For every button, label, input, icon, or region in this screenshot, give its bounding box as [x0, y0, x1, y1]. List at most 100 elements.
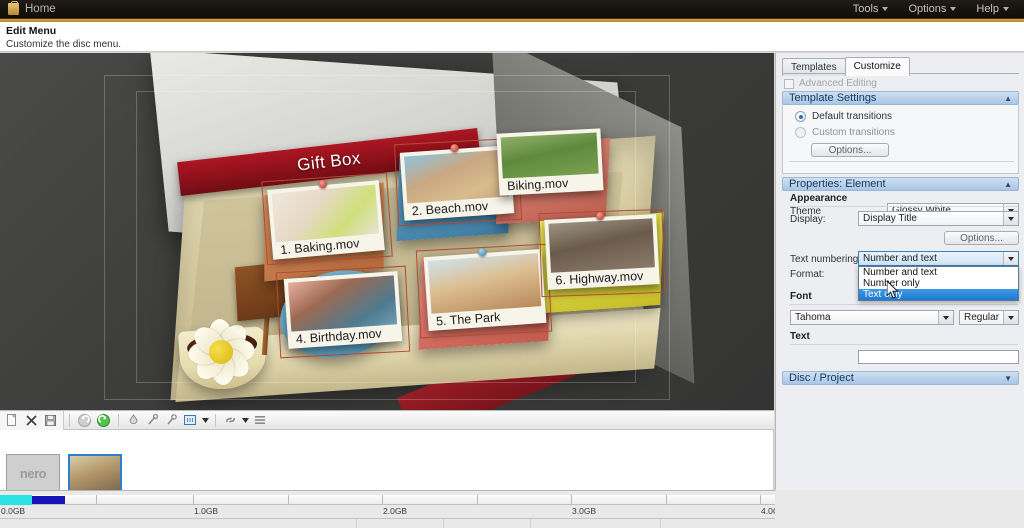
chevron-down-icon[interactable]	[1003, 252, 1018, 265]
font-divider	[790, 304, 1018, 305]
template-settings-header[interactable]: Template Settings ▲	[782, 91, 1019, 105]
template-divider	[789, 161, 1014, 162]
selection-box-5	[415, 243, 553, 339]
text-numbering-option-number-only[interactable]: Number only	[859, 278, 1018, 289]
text-section-label: Text	[790, 331, 810, 342]
page-title: Edit Menu	[6, 25, 57, 37]
properties-element-header[interactable]: Properties: Element ▲	[782, 177, 1019, 191]
menu-thumbnails-strip[interactable]: nero Intro Video Main Menu	[0, 430, 774, 505]
nero-logo: nero	[19, 465, 47, 481]
font-family-value: Tahoma	[795, 312, 831, 323]
selection-box-6	[538, 208, 666, 298]
menu-edit-tools-group	[124, 412, 210, 428]
default-transitions-radio[interactable]	[795, 111, 806, 122]
page-header: Edit Menu Customize the disc menu.	[0, 22, 1024, 52]
menu-bar: Tools Options Help	[844, 1, 1024, 17]
default-transitions-row[interactable]: Default transitions	[795, 111, 892, 122]
selection-box-1	[261, 172, 393, 266]
magic-wand-icon[interactable]	[144, 412, 161, 428]
chevron-down-icon[interactable]	[1003, 311, 1018, 324]
chevron-down-icon[interactable]: ▼	[1004, 374, 1012, 383]
font-family-combo[interactable]: Tahoma	[790, 310, 954, 325]
menu-preview-canvas[interactable]: Gift Box 1. Baking.mov 2. Beach.mov Biki…	[0, 53, 774, 410]
toolbar-separator	[118, 413, 119, 427]
text-numbering-combo[interactable]: Number and text	[858, 251, 1019, 266]
chevron-down-icon	[882, 7, 889, 11]
save-menu-icon[interactable]	[42, 412, 59, 428]
delete-menu-icon[interactable]	[23, 412, 40, 428]
menu-options[interactable]: Options	[899, 1, 965, 17]
custom-transitions-row[interactable]: Custom transitions	[795, 127, 895, 138]
text-numbering-option-text-only[interactable]: Text only	[859, 289, 1018, 300]
display-combo[interactable]: Display Title	[858, 211, 1019, 226]
chevron-up-icon[interactable]: ▲	[1004, 180, 1012, 189]
advanced-editing-label: Advanced Editing	[799, 78, 877, 89]
text-numbering-option-number-and-text[interactable]: Number and text	[859, 267, 1018, 278]
capacity-tick-0: 0.0GB	[1, 506, 26, 516]
text-numbering-dropdown[interactable]: Number and text Number only Text only	[858, 266, 1019, 301]
custom-transitions-radio[interactable]	[795, 127, 806, 138]
properties-panel: Templates Customize Advanced Editing Tem…	[775, 53, 1024, 490]
tab-customize-label: Customize	[853, 61, 901, 72]
undo-icon[interactable]	[76, 412, 93, 428]
home-icon	[8, 1, 19, 15]
element-options-button[interactable]: Options...	[944, 231, 1019, 245]
appearance-label: Appearance	[790, 193, 848, 204]
template-settings-title: Template Settings	[789, 92, 877, 104]
header-divider	[0, 51, 1024, 52]
redo-icon[interactable]	[95, 412, 112, 428]
menu-toolbar	[0, 410, 774, 430]
paint-bucket-icon[interactable]	[125, 412, 142, 428]
list-icon[interactable]	[251, 412, 268, 428]
text-numbering-value: Number and text	[863, 253, 937, 264]
font-style-value: Regular	[964, 312, 1000, 323]
chevron-down-icon	[950, 7, 957, 11]
selection-box-4	[275, 265, 411, 359]
link-dropdown-icon[interactable]	[241, 412, 249, 428]
text-divider	[790, 344, 1018, 345]
gift-box-scene: Gift Box 1. Baking.mov 2. Beach.mov Biki…	[68, 53, 708, 410]
frame-dropdown-icon[interactable]	[201, 412, 209, 428]
default-transitions-label: Default transitions	[812, 111, 893, 122]
home-button[interactable]: Home	[0, 1, 56, 15]
capacity-tick-2: 2.0GB	[383, 506, 408, 516]
capacity-segment-video	[32, 496, 65, 504]
chevron-up-icon[interactable]: ▲	[1004, 94, 1012, 103]
disc-project-header[interactable]: Disc / Project ▼	[782, 371, 1019, 385]
menu-help[interactable]: Help	[967, 1, 1018, 17]
title-bar: Home Tools Options Help	[0, 0, 1024, 19]
properties-element-title: Properties: Element	[789, 178, 886, 190]
application-window: Home Tools Options Help Edit Menu Custom…	[0, 0, 1024, 528]
advanced-editing-checkbox[interactable]	[784, 78, 794, 89]
chevron-down-icon[interactable]	[938, 311, 953, 324]
chevron-down-icon[interactable]	[1003, 212, 1018, 225]
menu-link-group	[221, 412, 269, 428]
font-style-combo[interactable]: Regular	[959, 310, 1019, 325]
menu-title-text: Gift Box	[296, 148, 362, 175]
display-label: Display:	[790, 214, 826, 225]
thumbnail-intro-video-image: nero	[6, 454, 60, 492]
frame-icon[interactable]	[182, 412, 199, 428]
template-options-button[interactable]: Options...	[811, 143, 889, 157]
new-menu-icon[interactable]	[4, 412, 21, 428]
appearance-divider	[790, 206, 1018, 207]
advanced-editing-row[interactable]: Advanced Editing	[784, 78, 877, 89]
link-icon[interactable]	[222, 412, 239, 428]
status-bar-right-spacer	[775, 490, 1024, 528]
tab-customize[interactable]: Customize	[844, 57, 910, 76]
menu-item-3[interactable]: Biking.mov	[496, 128, 604, 196]
display-value: Display Title	[863, 213, 917, 224]
capacity-segment-menu	[0, 495, 32, 505]
custom-transitions-label: Custom transitions	[812, 127, 895, 138]
text-input[interactable]	[858, 350, 1019, 364]
menu-file-group	[0, 410, 64, 430]
tab-templates-label: Templates	[791, 62, 837, 73]
template-options-label: Options...	[828, 144, 872, 156]
capacity-tick-1: 1.0GB	[194, 506, 219, 516]
eyedropper-icon[interactable]	[163, 412, 180, 428]
text-numbering-label: Text numbering:	[790, 254, 862, 265]
thumbnail-main-menu-image	[68, 454, 122, 492]
font-section-label: Font	[790, 291, 812, 302]
menu-tools[interactable]: Tools	[844, 1, 898, 17]
capacity-tick-3: 3.0GB	[572, 506, 597, 516]
